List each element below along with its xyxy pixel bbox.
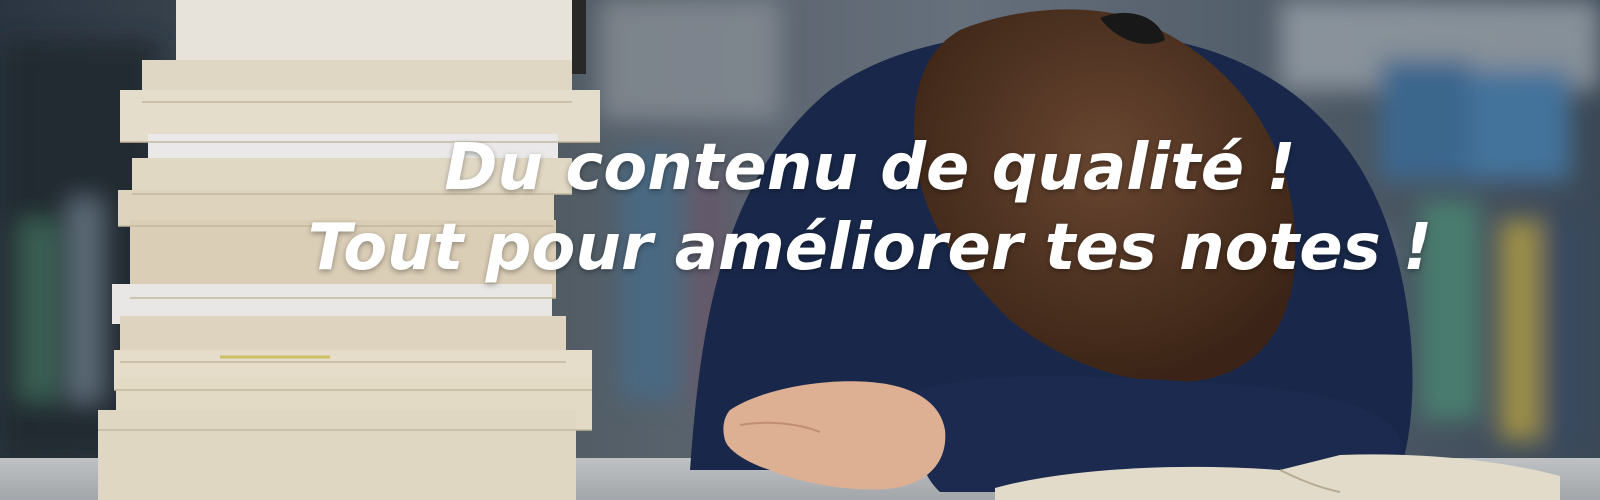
hero-banner: Du contenu de qualité ! Tout pour amélio…	[0, 0, 1600, 500]
banner-headline: Du contenu de qualité ! Tout pour amélio…	[0, 128, 1600, 288]
headline-line-2: Tout pour améliorer tes notes !	[307, 211, 1433, 285]
headline-line-1: Du contenu de qualité !	[444, 131, 1296, 205]
